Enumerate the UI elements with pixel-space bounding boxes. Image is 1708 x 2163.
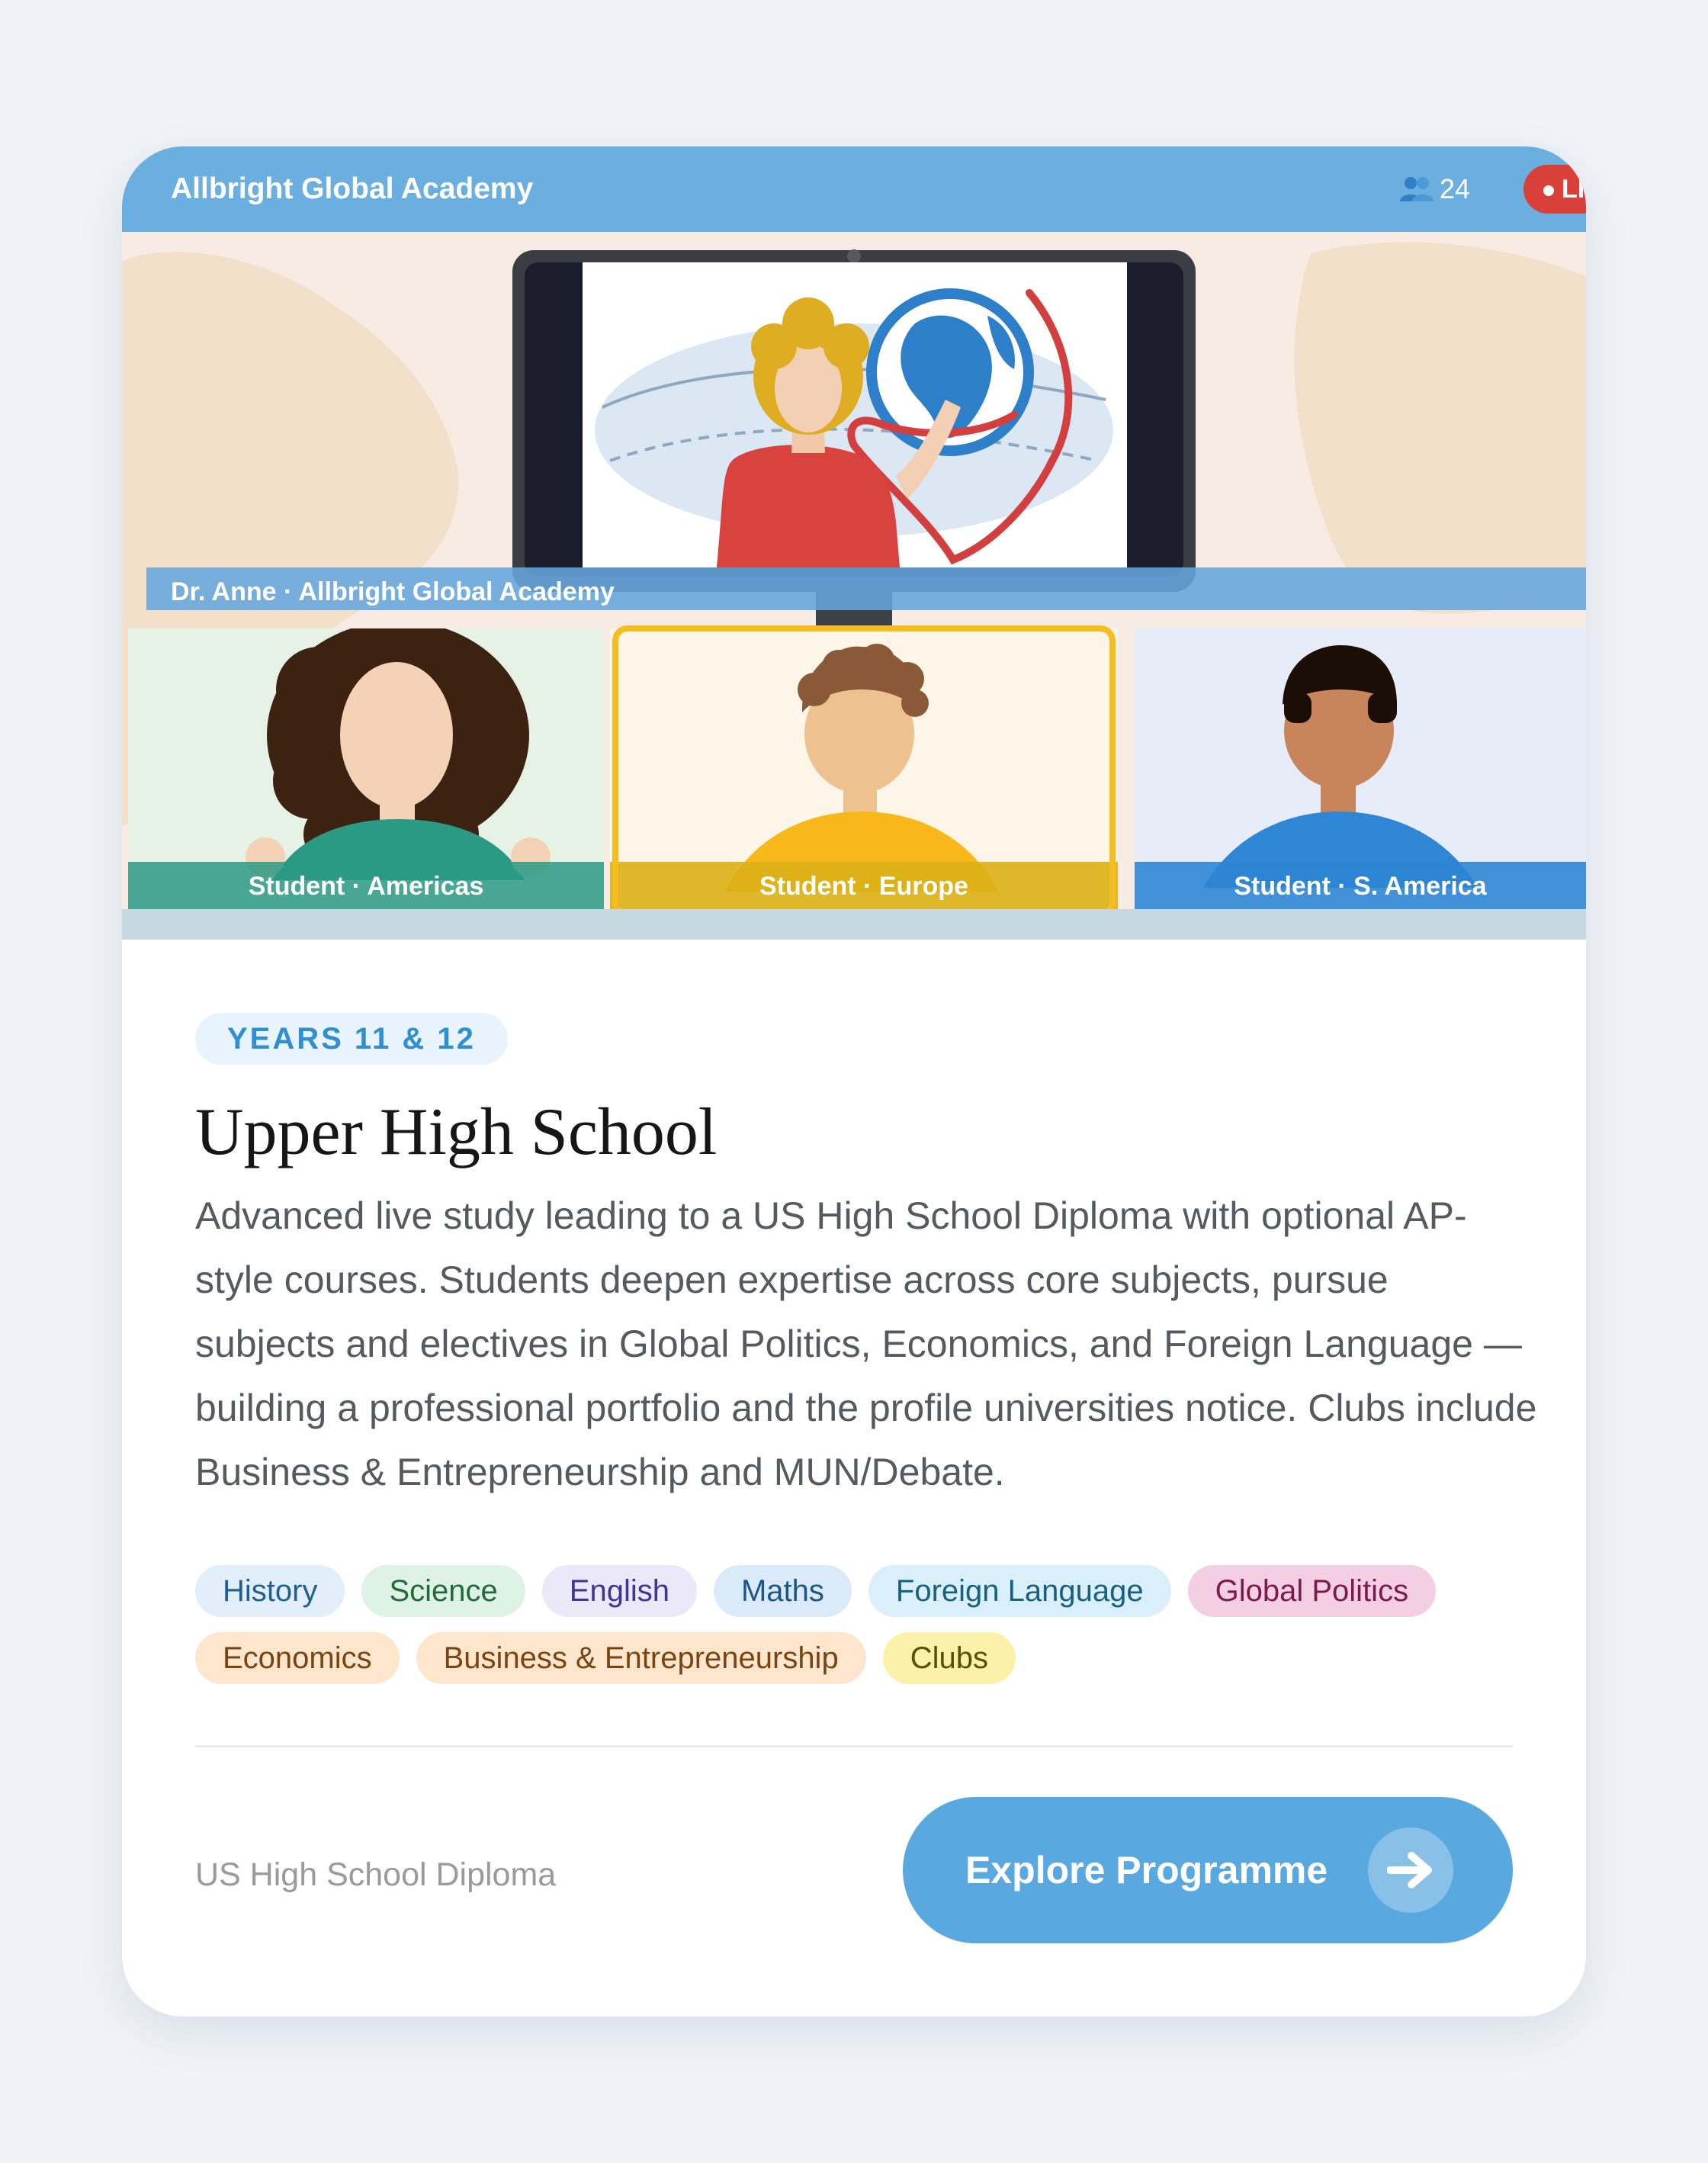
tag-history[interactable]: History [195,1565,345,1617]
tag-economics[interactable]: Economics [195,1632,400,1684]
arrow-right-icon [1368,1827,1453,1913]
viewer-count-value: 24 [1440,173,1471,204]
explore-programme-button[interactable]: Explore Programme [903,1797,1513,1943]
explore-programme-label: Explore Programme [965,1849,1328,1891]
footer-divider [195,1745,1513,1747]
tag-global-politics[interactable]: Global Politics [1187,1565,1437,1617]
hero-base-strip [122,909,1586,940]
tag-business-entrepreneurship[interactable]: Business & Entrepreneurship [416,1632,866,1684]
subject-tags: History Science English Maths Foreign La… [195,1565,1537,1684]
live-dot-icon [1543,185,1554,197]
people-icon [1400,177,1434,201]
student-label-south-america: Student · S. America [1135,862,1586,909]
active-speaker-frame [612,625,1116,917]
student-tile-south-america[interactable]: Student · S. America [1135,628,1586,909]
tag-clubs[interactable]: Clubs [882,1632,1016,1684]
tag-maths[interactable]: Maths [713,1565,852,1617]
student-label-americas: Student · Americas [128,862,604,909]
tag-science[interactable]: Science [361,1565,525,1617]
year-level-badge: YEARS 11 & 12 [195,1013,508,1065]
teacher-caption: Dr. Anne · Allbright Global Academy [146,567,1586,610]
tag-english[interactable]: English [541,1565,697,1617]
student-tile-americas[interactable]: Student · Americas [128,628,604,909]
live-class-preview: Allbright Global Academy 24 LIVE [122,146,1586,940]
live-badge-label: LIVE [1562,175,1586,204]
programme-title: Upper High School [195,1095,718,1169]
programme-card: Allbright Global Academy 24 LIVE [122,146,1586,2017]
class-header-bar: Allbright Global Academy 24 LIVE [122,146,1586,232]
diploma-label: US High School Diploma [195,1856,557,1893]
academy-name: Allbright Global Academy [171,172,534,205]
tag-foreign-language[interactable]: Foreign Language [868,1565,1171,1617]
viewer-count: 24 [1400,146,1470,232]
programme-description: Advanced live study leading to a US High… [195,1194,1537,1493]
live-badge: LIVE [1523,165,1586,214]
